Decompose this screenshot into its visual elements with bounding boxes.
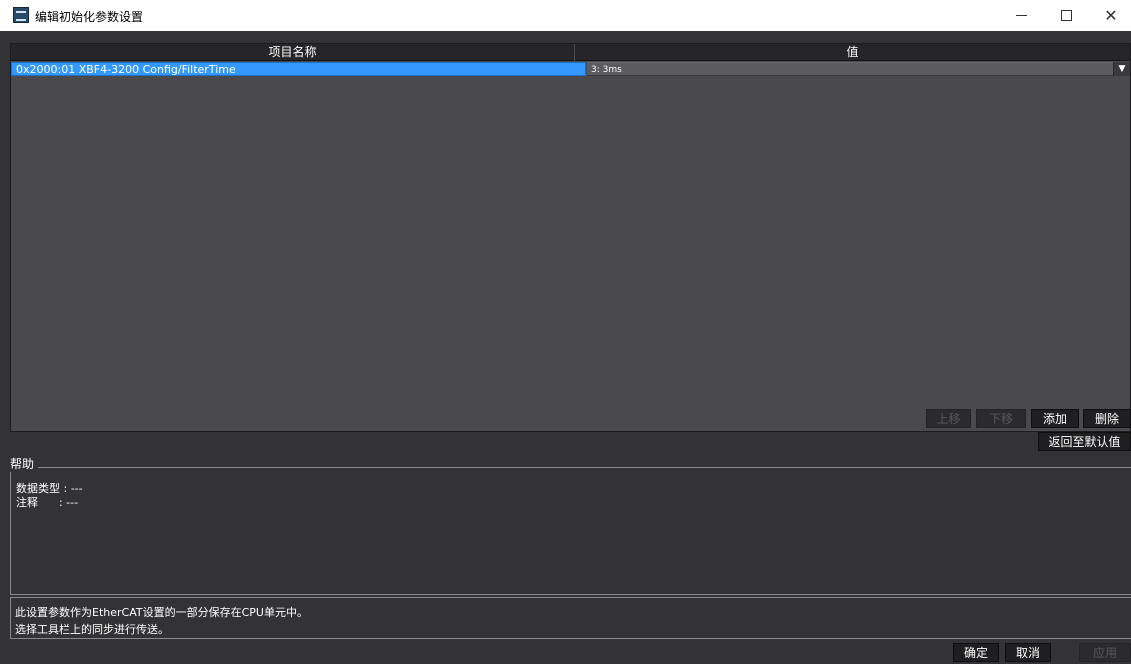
ok-button[interactable]: 确定	[953, 643, 999, 662]
minimize-icon	[1015, 15, 1027, 16]
chevron-down-icon[interactable]: ▼	[1113, 62, 1130, 76]
info-text-line-1: 此设置参数作为EtherCAT设置的一部分保存在CPU单元中。	[15, 606, 308, 619]
move-down-button[interactable]: 下移	[976, 409, 1026, 428]
title-bar: 编辑初始化参数设置 ✕	[0, 0, 1131, 31]
dialog-body: 项目名称 值 0x2000:01 XBF4-3200 Config/Filter…	[0, 31, 1131, 664]
window-title: 编辑初始化参数设置	[35, 10, 144, 24]
help-comment: 注释 : ---	[16, 496, 79, 509]
grid-header: 项目名称 值	[11, 44, 1130, 61]
column-header-value[interactable]: 值	[575, 44, 1130, 61]
app-icon	[13, 7, 29, 23]
info-text-line-2: 选择工具栏上的同步进行传送。	[15, 623, 169, 636]
maximize-icon	[1060, 10, 1072, 21]
close-button[interactable]: ✕	[1088, 0, 1131, 31]
move-up-button[interactable]: 上移	[926, 409, 971, 428]
help-title: 帮助	[6, 455, 39, 472]
close-icon: ✕	[1104, 6, 1118, 25]
row-name-cell[interactable]: 0x2000:01 XBF4-3200 Config/FilterTime	[11, 62, 586, 76]
maximize-button[interactable]	[1043, 0, 1089, 31]
row-value-select[interactable]: 3: 3ms	[587, 62, 1113, 76]
parameter-grid: 项目名称 值 0x2000:01 XBF4-3200 Config/Filter…	[10, 43, 1131, 432]
table-row[interactable]: 0x2000:01 XBF4-3200 Config/FilterTime 3:…	[11, 62, 1130, 76]
reset-default-button[interactable]: 返回至默认值	[1038, 432, 1131, 451]
add-button[interactable]: 添加	[1031, 409, 1079, 428]
cancel-button[interactable]: 取消	[1005, 643, 1051, 662]
delete-button[interactable]: 删除	[1083, 409, 1131, 428]
column-header-name[interactable]: 项目名称	[11, 44, 575, 61]
help-group	[10, 467, 1131, 595]
minimize-button[interactable]	[998, 0, 1044, 31]
apply-button[interactable]: 应用	[1079, 643, 1131, 662]
